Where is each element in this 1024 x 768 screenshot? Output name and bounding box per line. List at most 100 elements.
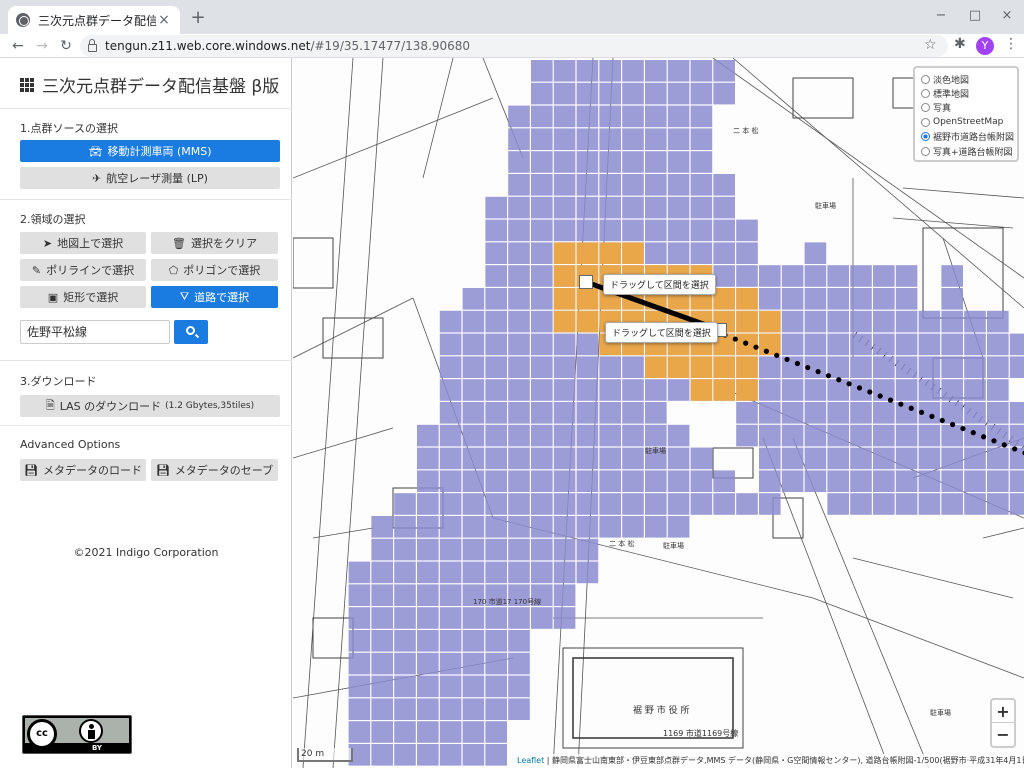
point-cloud-tile — [531, 561, 553, 584]
point-cloud-tile — [736, 219, 758, 242]
point-cloud-tile — [599, 379, 621, 401]
point-cloud-tile — [417, 424, 439, 447]
bookmark-star-icon[interactable]: ☆ — [924, 37, 937, 53]
point-cloud-tile — [462, 470, 485, 492]
layer-option[interactable]: 写真 — [921, 101, 1011, 115]
tab-close-icon[interactable]: × — [156, 12, 172, 28]
point-cloud-tile — [895, 447, 918, 470]
point-cloud-tile — [462, 675, 485, 698]
point-cloud-tile — [804, 402, 827, 424]
polyline-select-button[interactable]: ✎ ポリラインで選択 — [20, 259, 146, 281]
las-download-button[interactable]: 🗎 LAS のダウンロード (1.2 Gbytes,35tiles) — [20, 395, 280, 417]
road-select-button[interactable]: ⛛ 道路で選択 — [151, 286, 278, 308]
point-cloud-tile — [531, 516, 553, 538]
browser-tab-bar: 三次元点群データ配信基盤 β版 × + − □ × — [0, 0, 1024, 34]
map-canvas[interactable]: 二 本 松二 本 松裾 野 市 役 所1169 市道1169号線170 市道17… — [293, 58, 1024, 768]
point-cloud-tile — [576, 402, 599, 424]
layer-option[interactable]: OpenStreetMap — [921, 115, 1011, 129]
point-cloud-tile — [873, 424, 895, 447]
selected-tile — [736, 288, 758, 310]
map-building — [293, 237, 334, 289]
layer-option[interactable]: 標準地図 — [921, 86, 1011, 100]
route-start-handle[interactable] — [579, 275, 593, 289]
point-cloud-tile — [690, 470, 713, 492]
point-cloud-tile — [576, 128, 599, 150]
point-cloud-tile — [622, 356, 644, 378]
trash-icon: 🗑︎ — [172, 236, 186, 250]
extensions-puzzle-icon[interactable]: ✱ — [954, 36, 966, 52]
plane-icon: ✈ — [92, 171, 102, 185]
lp-button[interactable]: ✈ 航空レーザ測量 (LP) — [20, 167, 280, 189]
back-arrow-icon[interactable]: ← — [8, 36, 28, 56]
point-cloud-tile — [485, 356, 507, 378]
layer-option-selected[interactable]: 裾野市道路台帳附図 — [921, 130, 1014, 144]
minimize-button[interactable]: − — [930, 6, 952, 26]
reload-icon[interactable]: ↻ — [56, 36, 76, 56]
point-cloud-tile — [622, 402, 644, 424]
point-cloud-tile — [417, 630, 439, 652]
map-view[interactable]: 二 本 松二 本 松裾 野 市 役 所 1169 市道1169号線 170 市道17… — [293, 58, 1024, 768]
close-window-button[interactable]: × — [996, 6, 1018, 26]
road-name-input[interactable]: 佐野平松線 — [20, 320, 170, 344]
zoom-out-button[interactable]: − — [992, 723, 1014, 746]
point-cloud-tile — [895, 379, 918, 401]
road-search-button[interactable] — [174, 320, 208, 344]
point-cloud-tile — [804, 288, 827, 310]
leaflet-link[interactable]: Leaflet — [517, 756, 544, 765]
cc-by-license-badge[interactable]: cc BY — [22, 715, 132, 754]
point-cloud-tile — [987, 310, 1009, 333]
map-label-parking: 駐車場 — [815, 201, 836, 210]
point-cloud-tile — [508, 607, 530, 629]
new-tab-button[interactable]: + — [186, 6, 210, 30]
rect-select-button[interactable]: ▣ 矩形で選択 — [20, 286, 146, 308]
point-cloud-tile — [576, 151, 599, 173]
save-metadata-button[interactable]: 💾︎ メタデータのセーブ — [151, 459, 278, 481]
polygon-select-button[interactable]: ⬠ ポリゴンで選択 — [151, 259, 278, 281]
road-dot — [784, 356, 790, 363]
point-cloud-tile — [667, 196, 690, 219]
point-cloud-tile — [439, 516, 462, 538]
radio-icon[interactable] — [921, 74, 930, 84]
point-cloud-tile — [485, 447, 507, 470]
layer-option[interactable]: 淡色地図 — [921, 72, 1011, 86]
radio-icon[interactable] — [921, 89, 930, 99]
point-cloud-tile — [348, 698, 371, 720]
radio-icon[interactable] — [921, 103, 930, 113]
radio-selected-icon[interactable] — [921, 132, 930, 142]
mms-button[interactable]: 🚘︎ 移動計測車両 (MMS) — [20, 140, 280, 162]
profile-avatar[interactable]: Y — [976, 37, 994, 55]
point-cloud-tile — [759, 265, 781, 287]
road-dot — [960, 425, 966, 432]
forward-arrow-icon[interactable]: → — [32, 36, 52, 56]
point-cloud-tile — [690, 219, 713, 242]
point-cloud-tile — [531, 447, 553, 470]
layer-option[interactable]: 写真+道路台帳附図 — [921, 144, 1013, 158]
maximize-button[interactable]: □ — [964, 6, 986, 26]
browser-tab[interactable]: 三次元点群データ配信基盤 β版 × — [8, 6, 180, 34]
point-cloud-tile — [508, 561, 530, 584]
selected-tile — [759, 333, 781, 356]
point-cloud-tile — [645, 128, 667, 150]
radio-icon[interactable] — [921, 117, 930, 127]
lock-icon — [88, 39, 97, 52]
point-cloud-tile — [531, 242, 553, 264]
point-cloud-tile — [371, 538, 393, 561]
select-on-map-button[interactable]: ➤ 地図上で選択 — [20, 232, 146, 254]
clear-selection-button[interactable]: 🗑︎ 選択をクリア — [151, 232, 278, 254]
point-cloud-tile — [736, 493, 758, 515]
load-metadata-button[interactable]: 💾︎ メタデータのロード — [20, 459, 146, 481]
zoom-in-button[interactable]: + — [992, 700, 1014, 723]
point-cloud-tile — [531, 356, 553, 378]
layer-switcher: 淡色地図 標準地図 写真 OpenStreetMap 裾野市道路台帳附図 写真+… — [913, 66, 1019, 162]
save-disk-icon: 💾︎ — [155, 463, 170, 477]
road-dot — [991, 438, 997, 444]
point-cloud-tile — [485, 721, 507, 743]
radio-icon[interactable] — [921, 146, 930, 156]
point-cloud-tile — [417, 470, 439, 492]
point-cloud-tile — [439, 675, 462, 698]
url-field[interactable]: tengun.z11.web.core.windows.net/#19/35.1… — [80, 35, 948, 57]
point-cloud-tile — [622, 424, 644, 447]
browser-menu-icon[interactable]: ⋮ — [1004, 36, 1018, 52]
point-cloud-tile — [895, 288, 918, 310]
point-cloud-tile — [394, 721, 416, 743]
